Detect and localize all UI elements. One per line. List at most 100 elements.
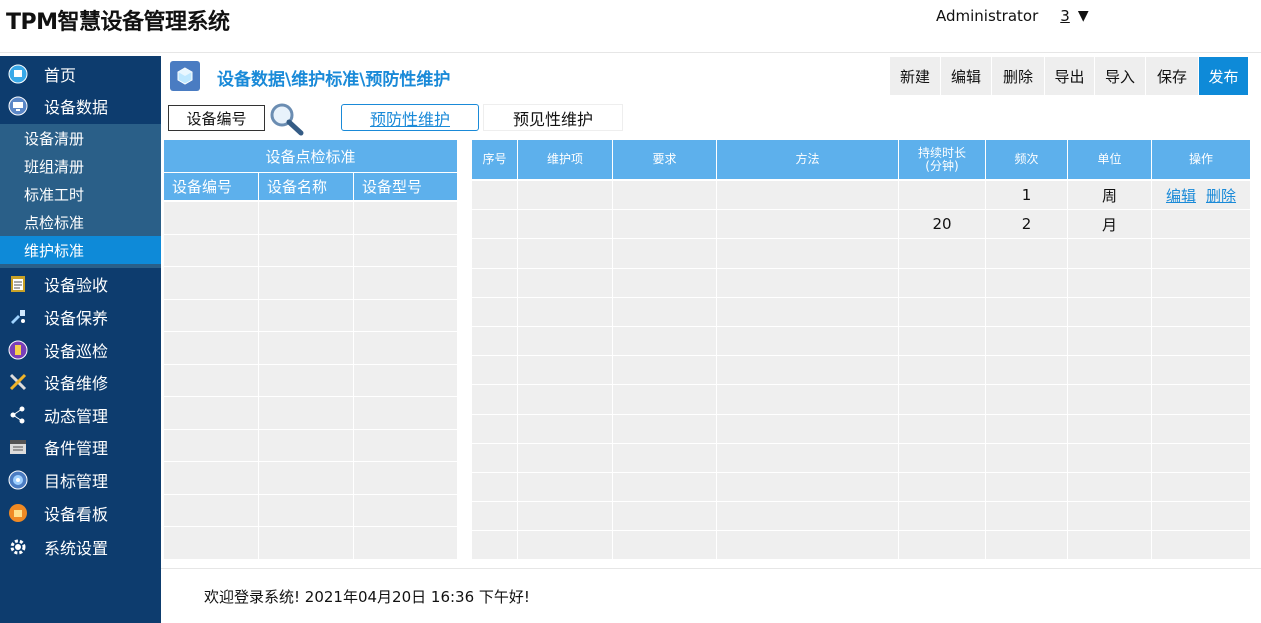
sidebar-item-dynamic[interactable]: 动态管理 [0, 399, 161, 431]
table-row[interactable] [164, 202, 457, 235]
table-cell [717, 414, 899, 443]
sidebar-item-label: 设备巡检 [44, 342, 109, 361]
sidebar-subitem-maintenance-standard[interactable]: 维护标准 [0, 236, 161, 264]
publish-button[interactable]: 发布 [1199, 57, 1249, 95]
sidebar-item-home[interactable]: 首页 [0, 58, 161, 90]
table-cell [717, 385, 899, 414]
table-row[interactable] [164, 494, 457, 527]
table-row[interactable] [472, 385, 1250, 415]
sidebar-item-maintenance[interactable]: 设备保养 [0, 301, 161, 333]
table-cell [986, 326, 1068, 356]
table-cell [1068, 443, 1152, 472]
sidebar-item-acceptance[interactable]: 设备验收 [0, 268, 161, 300]
sidebar-subitem-team-list[interactable]: 班组清册 [0, 152, 161, 180]
table-cell [354, 202, 457, 234]
table-row[interactable] [164, 267, 457, 300]
table-row[interactable] [472, 268, 1250, 298]
table-cell [472, 414, 518, 443]
table-cell [259, 202, 354, 234]
table-row[interactable] [472, 443, 1250, 473]
table-row[interactable] [164, 364, 457, 397]
table-row[interactable] [164, 429, 457, 462]
edit-button[interactable]: 编辑 [941, 57, 992, 95]
table-row[interactable] [472, 472, 1250, 503]
table-cell: 编辑 删除 [1152, 181, 1250, 210]
table-cell [472, 443, 518, 472]
table-cell [164, 299, 259, 331]
sidebar-item-equipment-data[interactable]: 设备数据 [0, 90, 161, 122]
sidebar-item-inspection[interactable]: 设备巡检 [0, 334, 161, 366]
sidebar-item-target[interactable]: 目标管理 [0, 464, 161, 496]
sidebar-item-parts[interactable]: 备件管理 [0, 431, 161, 463]
sidebar-subitem-equipment-list[interactable]: 设备清册 [0, 124, 161, 152]
sidebar-subitem-inspection-standard[interactable]: 点检标准 [0, 208, 161, 236]
sidebar-submenu: 设备清册 班组清册 标准工时 点检标准 维护标准 [0, 124, 161, 268]
table-cell [899, 531, 986, 560]
caret-down-icon[interactable]: ▼ [1078, 8, 1089, 24]
table-cell [259, 429, 354, 461]
header-divider [0, 52, 1261, 53]
column-header: 序号 [472, 140, 518, 179]
table-row[interactable] [164, 332, 457, 365]
row-edit-link[interactable]: 编辑 [1166, 185, 1196, 206]
table-cell [1152, 239, 1250, 268]
table-row[interactable] [472, 297, 1250, 327]
user-name[interactable]: Administrator [936, 7, 1038, 25]
table-cell [1068, 414, 1152, 443]
table-row[interactable] [164, 234, 457, 267]
tab-preventive-maintenance[interactable]: 预防性维护 [341, 104, 479, 131]
table-cell [1152, 297, 1250, 326]
table-cell [472, 472, 518, 502]
table-cell [354, 332, 457, 364]
left-panel-title: 设备点检标准 [164, 140, 457, 172]
tab-predictive-maintenance[interactable]: 预见性维护 [483, 104, 623, 131]
table-cell [354, 494, 457, 526]
sidebar-item-label: 目标管理 [44, 472, 109, 491]
target-icon [8, 470, 28, 490]
notification-count[interactable]: 3 [1060, 7, 1070, 25]
table-cell [613, 326, 717, 356]
table-row[interactable] [472, 326, 1250, 357]
table-cell [613, 210, 717, 239]
new-button[interactable]: 新建 [890, 57, 941, 95]
save-button[interactable]: 保存 [1146, 57, 1199, 95]
inspection-icon [8, 340, 28, 360]
table-cell [986, 297, 1068, 326]
row-delete-link[interactable]: 删除 [1206, 185, 1236, 206]
user-menu[interactable]: Administrator 3 ▼ [936, 7, 1089, 25]
table-row[interactable]: 1 周编辑 删除 [472, 181, 1250, 211]
column-header: 操作 [1152, 140, 1250, 179]
sidebar-item-repair[interactable]: 设备维修 [0, 366, 161, 398]
table-row[interactable] [164, 462, 457, 495]
sidebar-item-dashboard[interactable]: 设备看板 [0, 497, 161, 529]
table-cell [164, 494, 259, 526]
sidebar-subitem-standard-hours[interactable]: 标准工时 [0, 180, 161, 208]
table-row[interactable] [164, 527, 457, 560]
table-row[interactable] [472, 239, 1250, 269]
table-cell [164, 429, 259, 461]
table-cell [717, 443, 899, 472]
table-cell [1068, 239, 1152, 268]
table-row[interactable] [164, 299, 457, 332]
table-cell [259, 299, 354, 331]
column-header: 持续时长 (分钟) [899, 140, 986, 179]
sidebar-item-settings[interactable]: 系统设置 [0, 531, 161, 563]
import-button[interactable]: 导入 [1095, 57, 1146, 95]
share-icon [8, 405, 28, 425]
table-row[interactable] [472, 414, 1250, 444]
table-cell [899, 181, 986, 210]
table-row[interactable] [164, 397, 457, 430]
delete-button[interactable]: 删除 [992, 57, 1045, 95]
table-cell [613, 443, 717, 472]
table-row[interactable] [472, 356, 1250, 386]
search-icon[interactable] [267, 101, 307, 137]
table-row[interactable] [472, 502, 1250, 532]
export-button[interactable]: 导出 [1045, 57, 1095, 95]
equipment-code-field[interactable]: 设备编号 [168, 105, 265, 131]
table-cell [986, 472, 1068, 502]
table-cell [472, 326, 518, 356]
table-row[interactable] [472, 531, 1250, 561]
table-cell [717, 356, 899, 385]
table-cell [613, 239, 717, 268]
table-row[interactable]: 20 2 月 [472, 210, 1250, 240]
